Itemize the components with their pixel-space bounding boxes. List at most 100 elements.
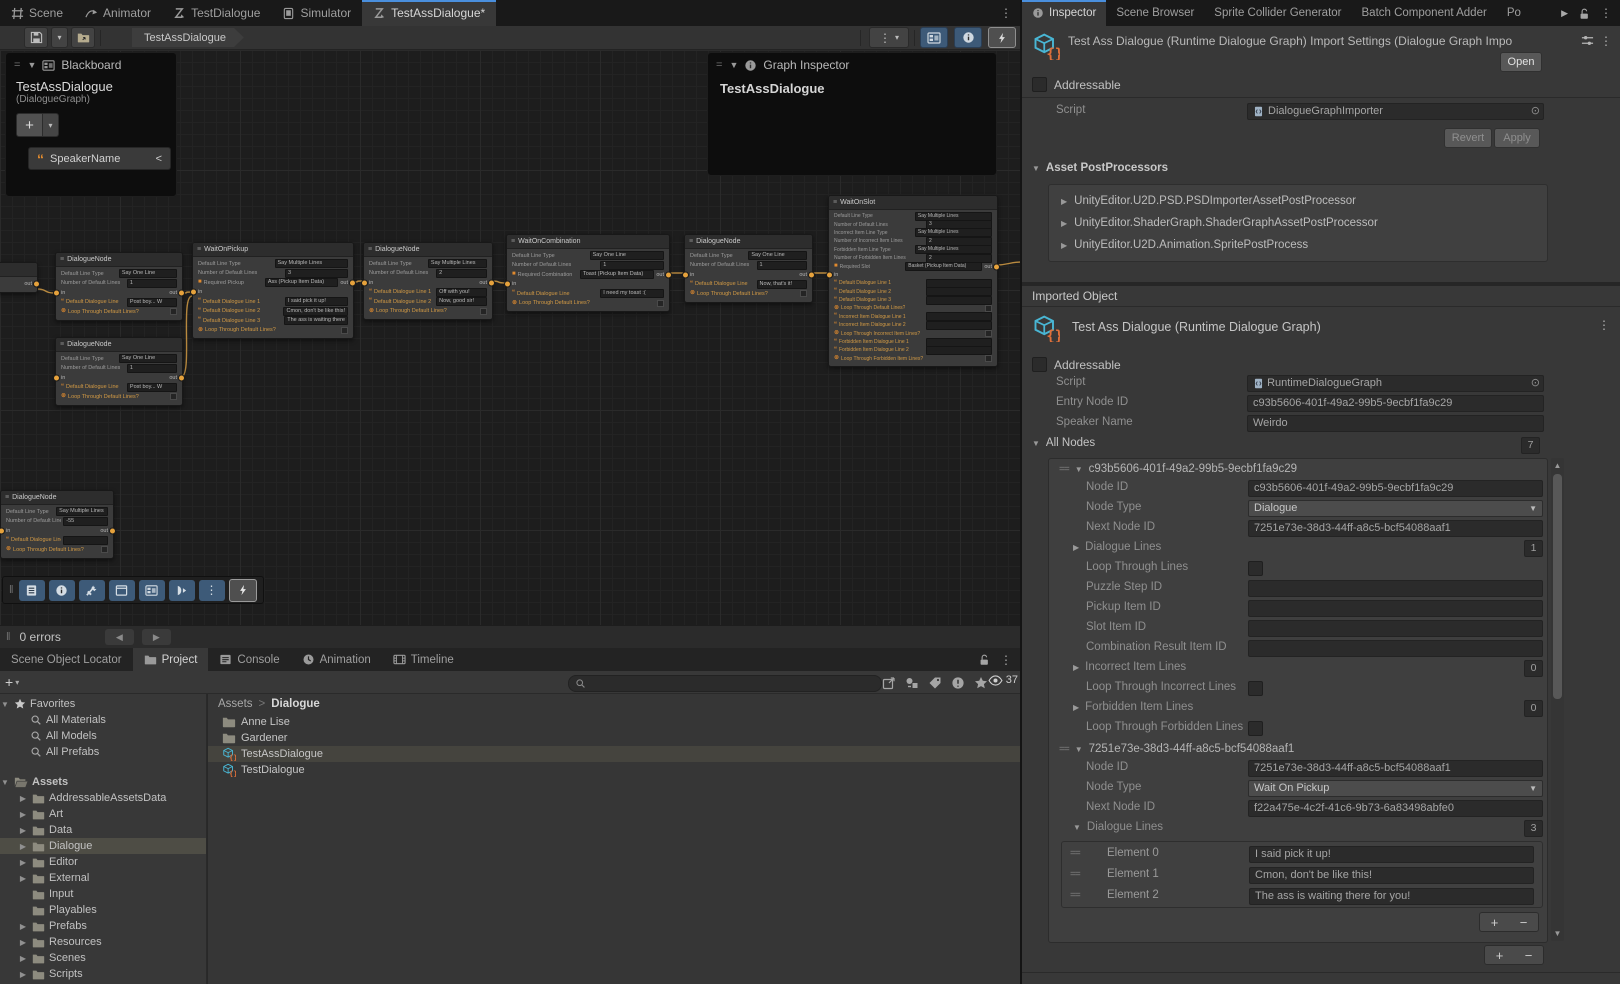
- save-options-caret[interactable]: ▾: [51, 27, 68, 48]
- search-by-label-icon[interactable]: [928, 675, 942, 690]
- graph-breadcrumb[interactable]: TestAssDialogue: [132, 28, 244, 47]
- graph-node-dialoguenode[interactable]: ≡DialogueNode Default Line TypeSay One L…: [55, 252, 183, 321]
- tools-button[interactable]: [79, 580, 105, 601]
- file-row-testassdialogue[interactable]: TestAssDialogue: [208, 746, 1020, 762]
- node-dropdown[interactable]: Say One Line: [119, 354, 177, 363]
- node-title-bar[interactable]: ≡StartNode: [0, 263, 37, 277]
- graph-node-dialoguenode[interactable]: ≡DialogueNode Default Line TypeSay Multi…: [0, 490, 114, 559]
- checkbox[interactable]: [1248, 561, 1263, 576]
- file-row-gardener[interactable]: Gardener: [208, 730, 1020, 746]
- foldout[interactable]: ▶Forbidden Item Lines: [1073, 701, 1193, 713]
- drag-handle-icon[interactable]: ==: [1070, 869, 1080, 880]
- node-dropdown[interactable]: Say Multiple Lines: [275, 259, 349, 268]
- node-number-field[interactable]: 1: [600, 261, 664, 270]
- postprocessor-item[interactable]: ▶UnityEditor.U2D.Animation.SpritePostPro…: [1049, 234, 1547, 256]
- overlay-flash-button[interactable]: [229, 579, 257, 602]
- previous-error-button[interactable]: ◀: [105, 629, 134, 645]
- tree-item-data[interactable]: ▶Data: [0, 822, 206, 838]
- graph-node-dialoguenode[interactable]: ≡DialogueNode Default Line TypeSay One L…: [55, 337, 183, 406]
- blackboard-property-speakername[interactable]: “ SpeakerName <: [28, 147, 171, 170]
- bottom-tab-console[interactable]: Console: [208, 648, 290, 671]
- hidden-count-indicator[interactable]: 37: [988, 674, 1018, 686]
- foldout[interactable]: ▶Incorrect Item Lines: [1073, 661, 1186, 673]
- node-number-field[interactable]: 1: [127, 279, 177, 288]
- node-entry-header[interactable]: ==▼7251e73e-38d3-44ff-a8c5-bcf54088aaf1: [1049, 739, 1547, 759]
- presets-icon[interactable]: [1581, 34, 1594, 47]
- foldout-caret-icon[interactable]: ▶: [1061, 241, 1067, 250]
- graph-inspector-header[interactable]: = ▼ Graph Inspector: [708, 53, 996, 77]
- node-line-field[interactable]: [926, 296, 992, 305]
- node-checkbox[interactable]: [101, 546, 108, 553]
- tree-item-all-materials[interactable]: All Materials: [0, 712, 206, 728]
- foldout-caret-icon[interactable]: ▼: [1075, 465, 1083, 474]
- tree-item-scenes[interactable]: ▶Scenes: [0, 950, 206, 966]
- tree-item-addressableassetsdata[interactable]: ▶AddressableAssetsData: [0, 790, 206, 806]
- tree-item-prefabs[interactable]: ▶Prefabs: [0, 918, 206, 934]
- graph-node-waitoncombination[interactable]: ≡WaitOnCombination Default Line TypeSay …: [506, 234, 670, 312]
- tab-scroll-icon[interactable]: ▶: [1561, 8, 1568, 19]
- node-checkbox[interactable]: [657, 300, 664, 307]
- tab-simulator[interactable]: Simulator: [271, 0, 362, 26]
- node-title-bar[interactable]: ≡WaitOnCombination: [507, 235, 669, 249]
- info-tool-button[interactable]: [49, 580, 75, 601]
- collapse-caret-icon[interactable]: ▼: [27, 60, 36, 70]
- graph-options-menu[interactable]: ⋮▾: [869, 27, 909, 48]
- inspector-tab-po[interactable]: Po: [1497, 0, 1531, 26]
- out-port[interactable]: [993, 263, 1000, 270]
- node-line-field[interactable]: I need my toast :(: [600, 289, 664, 298]
- element-value-field[interactable]: The ass is waiting there for you!: [1249, 888, 1534, 905]
- drag-handle-icon[interactable]: =: [716, 59, 723, 71]
- node-checkbox[interactable]: [341, 327, 348, 334]
- graph-inspector-toggle[interactable]: [954, 27, 982, 48]
- save-graph-button[interactable]: [24, 27, 48, 48]
- favorites-filter-icon[interactable]: [974, 675, 988, 690]
- next-error-button[interactable]: ▶: [142, 629, 171, 645]
- breadcrumb-root[interactable]: Assets: [218, 698, 253, 710]
- tree-item-editor[interactable]: ▶Editor: [0, 854, 206, 870]
- node-entry-header[interactable]: ==▼c93b5606-401f-49a2-99b5-9ecbf1fa9c29: [1049, 459, 1547, 479]
- graph-overlay-toolbar[interactable]: ‖ ⋮: [2, 576, 264, 604]
- checkbox[interactable]: [1248, 681, 1263, 696]
- remove-node-button[interactable]: −: [1514, 946, 1543, 964]
- drag-handle-icon[interactable]: ==: [1059, 744, 1069, 755]
- graph-node-waitonslot[interactable]: ≡WaitOnSlot Default Line TypeSay Multipl…: [828, 195, 998, 367]
- node-line-field[interactable]: Now, good sir!: [436, 297, 487, 306]
- value-field[interactable]: f22a475e-4c2f-41c6-9b73-6a83498abfe0: [1248, 800, 1543, 817]
- node-dropdown[interactable]: Say Multiple Lines: [915, 245, 992, 254]
- tree-item-dialogue[interactable]: ▶Dialogue: [0, 838, 206, 854]
- kebab-menu-icon[interactable]: ⋮: [1598, 318, 1610, 332]
- preview-toggle[interactable]: [988, 27, 1016, 48]
- add-element-button[interactable]: +: [1480, 913, 1509, 931]
- scrollbar-thumb[interactable]: [1553, 474, 1562, 699]
- transition-tool-button[interactable]: [169, 580, 195, 601]
- column-splitter[interactable]: [1020, 0, 1022, 984]
- element-value-field[interactable]: I said pick it up!: [1249, 846, 1534, 863]
- node-number-field[interactable]: 2: [436, 269, 487, 278]
- foldout[interactable]: ▼Dialogue Lines: [1073, 821, 1163, 833]
- bottom-tab-scene-object-locator[interactable]: Scene Object Locator: [0, 648, 133, 671]
- tree-item-external[interactable]: ▶External: [0, 870, 206, 886]
- out-port[interactable]: [808, 271, 815, 278]
- drag-handle-icon[interactable]: ==: [1059, 464, 1069, 475]
- tree-item-scripts[interactable]: ▶Scripts: [0, 966, 206, 982]
- node-checkbox[interactable]: [985, 330, 992, 337]
- file-row-anne-lise[interactable]: Anne Lise: [208, 714, 1020, 730]
- bottom-tab-project[interactable]: Project: [133, 648, 209, 671]
- value-field[interactable]: [1248, 580, 1543, 597]
- tree-item-assets[interactable]: ▼Assets: [0, 774, 206, 790]
- show-in-project-button[interactable]: [71, 27, 95, 48]
- node-number-field[interactable]: 1: [127, 364, 177, 373]
- asset-postprocessors-foldout[interactable]: ▼Asset PostProcessors: [1032, 162, 1168, 174]
- dropdown[interactable]: Dialogue▼: [1248, 500, 1543, 517]
- in-port[interactable]: [53, 374, 60, 381]
- object-picker-icon[interactable]: ⊙: [1531, 104, 1540, 119]
- node-number-field[interactable]: 3: [285, 269, 348, 278]
- foldout-caret-icon[interactable]: ▶: [1061, 197, 1067, 206]
- value-field[interactable]: 7251e73e-38d3-44ff-a8c5-bcf54088aaf1: [1248, 760, 1543, 777]
- tab-animator[interactable]: Animator: [74, 0, 162, 26]
- drag-handle-icon[interactable]: ==: [1070, 848, 1080, 859]
- value-field[interactable]: 7251e73e-38d3-44ff-a8c5-bcf54088aaf1: [1248, 520, 1543, 537]
- tab-testdialogue[interactable]: TestDialogue: [162, 0, 271, 26]
- inspector-tab-sprite-collider-generator[interactable]: Sprite Collider Generator: [1204, 0, 1351, 26]
- out-port[interactable]: [665, 271, 672, 278]
